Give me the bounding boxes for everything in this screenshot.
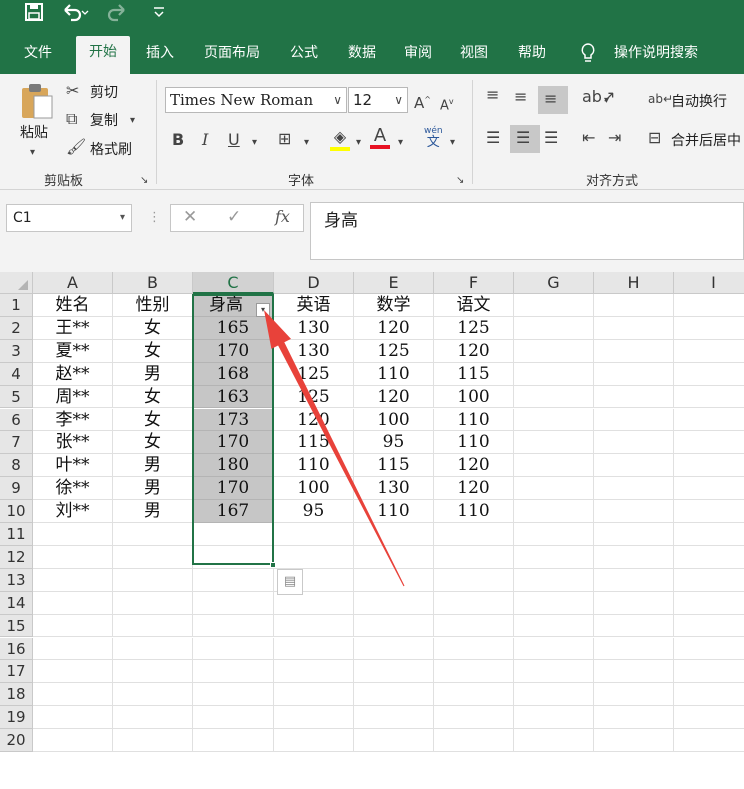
font-launcher-icon[interactable]: ↘ (456, 172, 464, 190)
lightbulb-icon[interactable] (578, 40, 598, 74)
tab-page-layout[interactable]: 页面布局 (194, 40, 270, 74)
font-color-dropdown-icon[interactable]: ▾ (398, 134, 403, 152)
phonetic-guide-icon[interactable]: wén 文 (424, 126, 443, 150)
ribbon-tabs: 文件 开始 插入 页面布局 公式 数据 审阅 视图 帮助 操作说明搜索 (0, 26, 744, 74)
format-painter-icon[interactable]: 🖌 (66, 138, 86, 156)
save-icon[interactable] (24, 2, 44, 28)
formula-buttons: ✕ ✓ fx (170, 204, 304, 232)
tab-help[interactable]: 帮助 (508, 40, 556, 74)
scissors-icon[interactable]: ✂ (66, 82, 79, 100)
paste-button[interactable]: 粘贴 (20, 122, 48, 142)
paste-icon[interactable] (20, 82, 54, 124)
fill-color-icon[interactable]: ◈ (330, 128, 350, 151)
borders-dropdown-icon[interactable]: ▾ (304, 134, 309, 152)
drag-handle-icon[interactable]: ⋮ (148, 210, 161, 225)
name-box-value: C1 (13, 210, 32, 226)
fill-dropdown-icon[interactable]: ▾ (356, 134, 361, 152)
tab-file[interactable]: 文件 (10, 40, 66, 74)
alignment-group-label: 对齐方式 (586, 174, 639, 189)
formula-bar: C1 ▾ ⋮ ✕ ✓ fx 身高 (0, 190, 744, 272)
align-right-icon[interactable]: ☰ (544, 129, 558, 147)
enter-icon[interactable]: ✓ (227, 207, 241, 227)
divider (472, 80, 473, 184)
merge-center-button[interactable]: 合并后居中 (671, 130, 741, 150)
tab-view[interactable]: 视图 (450, 40, 498, 74)
grow-font-icon[interactable]: A^ (414, 91, 431, 112)
chevron-down-icon: ▾ (119, 212, 125, 223)
annotation-arrow (264, 310, 405, 587)
underline-dropdown-icon[interactable]: ▾ (252, 134, 257, 152)
cancel-icon[interactable]: ✕ (183, 207, 197, 227)
tab-data[interactable]: 数据 (338, 40, 386, 74)
wrap-text-button[interactable]: 自动换行 (671, 91, 727, 111)
ribbon: 粘贴 ▾ ✂ 剪切 ⧉ 复制 ▾ 🖌 格式刷 剪贴板 ↘ Times New R… (0, 74, 744, 190)
customize-qat-icon[interactable] (152, 2, 166, 28)
copy-icon[interactable]: ⧉ (66, 110, 77, 128)
insert-function-button[interactable]: fx (275, 207, 290, 226)
decrease-indent-icon[interactable]: ⇤ (582, 129, 595, 147)
format-painter-button[interactable]: 格式刷 (90, 139, 132, 159)
borders-icon[interactable]: ⊞ (278, 130, 291, 148)
font-group-label: 字体 (288, 174, 315, 189)
name-box[interactable]: C1 ▾ (6, 204, 132, 232)
font-size-value: 12 (353, 91, 373, 109)
copy-button[interactable]: 复制 (90, 110, 118, 130)
tab-review[interactable]: 审阅 (394, 40, 442, 74)
orientation-dropdown-icon[interactable]: ▾ (604, 92, 609, 110)
tell-me-search[interactable]: 操作说明搜索 (606, 40, 706, 74)
chevron-down-icon: ∨ (333, 93, 342, 107)
shrink-font-icon[interactable]: Av (440, 93, 454, 115)
italic-button[interactable]: I (202, 131, 208, 149)
font-size-select[interactable]: 12 ∨ (348, 87, 408, 113)
phonetic-dropdown-icon[interactable]: ▾ (450, 134, 455, 152)
font-color-icon[interactable]: A (370, 127, 390, 149)
orientation-icon[interactable]: ab↗ (582, 88, 615, 106)
cut-button[interactable]: 剪切 (90, 82, 118, 102)
underline-button[interactable]: U (228, 131, 240, 149)
clipboard-group-label: 剪贴板 (44, 174, 84, 189)
align-bottom-icon[interactable]: ≡ (544, 90, 557, 108)
bold-button[interactable]: B (172, 131, 184, 149)
font-name-select[interactable]: Times New Roman ∨ (165, 87, 347, 113)
increase-indent-icon[interactable]: ⇥ (608, 129, 621, 147)
tab-insert[interactable]: 插入 (136, 40, 184, 74)
worksheet-grid: ABCDEFGHI 1 2 3 4 5 6 7 8 9 10 11 12 13 14 15 16 17 18 19 2… (0, 272, 744, 789)
align-middle-icon[interactable]: ≡ (514, 88, 527, 106)
redo-icon[interactable] (104, 2, 134, 28)
copy-dropdown-icon[interactable]: ▾ (130, 112, 135, 130)
tab-formulas[interactable]: 公式 (280, 40, 328, 74)
divider (156, 80, 157, 184)
font-name-value: Times New Roman (170, 91, 314, 109)
undo-icon[interactable] (60, 2, 90, 28)
tab-home[interactable]: 开始 (76, 36, 130, 74)
quick-access-toolbar (0, 0, 744, 26)
merge-center-icon[interactable]: ⊟ (648, 129, 661, 147)
align-center-icon[interactable]: ☰ (516, 129, 530, 147)
paste-dropdown-icon[interactable]: ▾ (30, 144, 35, 162)
align-top-icon[interactable]: ≡ (486, 86, 499, 104)
chevron-down-icon: ∨ (394, 93, 403, 107)
align-left-icon[interactable]: ☰ (486, 129, 500, 147)
formula-input[interactable]: 身高 (310, 202, 744, 260)
clipboard-launcher-icon[interactable]: ↘ (140, 172, 148, 190)
wrap-text-icon[interactable]: ab↵ (648, 90, 673, 108)
